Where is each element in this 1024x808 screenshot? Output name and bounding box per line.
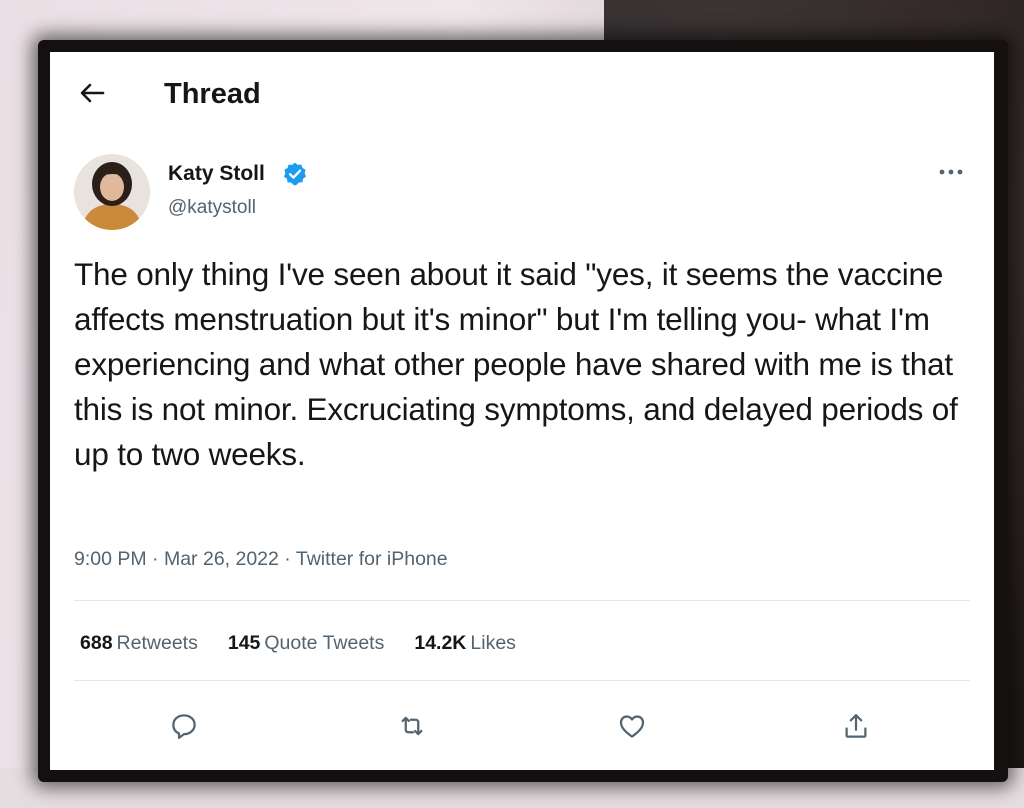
retweets-stat[interactable]: 688Retweets xyxy=(80,632,198,655)
avatar[interactable] xyxy=(74,154,150,230)
verified-badge-icon xyxy=(282,161,308,187)
tweet-date[interactable]: Mar 26, 2022 xyxy=(164,548,279,570)
meta-separator: · xyxy=(284,548,291,570)
page-title: Thread xyxy=(164,78,261,111)
tweet-source[interactable]: Twitter for iPhone xyxy=(296,548,448,570)
tweet-time[interactable]: 9:00 PM xyxy=(74,548,147,570)
retweet-button[interactable] xyxy=(390,704,434,748)
share-button[interactable] xyxy=(834,704,878,748)
divider xyxy=(74,680,970,681)
reply-button[interactable] xyxy=(162,704,206,748)
back-button[interactable] xyxy=(72,76,112,110)
like-button[interactable] xyxy=(610,704,654,748)
tweet-card: Thread Katy Stoll @katystoll The only th… xyxy=(50,52,994,770)
author-handle[interactable]: @katystoll xyxy=(168,197,256,219)
like-icon xyxy=(617,711,647,741)
thread-header: Thread xyxy=(50,52,994,140)
share-icon xyxy=(841,711,871,741)
arrow-left-icon xyxy=(79,82,105,104)
retweet-icon xyxy=(397,711,427,741)
quote-tweets-stat[interactable]: 145Quote Tweets xyxy=(228,632,385,655)
author-name[interactable]: Katy Stoll xyxy=(168,162,265,186)
tweet-stats: 688Retweets 145Quote Tweets 14.2KLikes xyxy=(80,632,546,655)
more-dots-icon xyxy=(938,168,964,176)
action-bar xyxy=(50,704,994,748)
divider xyxy=(74,600,970,601)
more-options-button[interactable] xyxy=(936,164,966,184)
meta-separator: · xyxy=(152,548,159,570)
tweet-text: The only thing I've seen about it said "… xyxy=(74,252,974,477)
likes-stat[interactable]: 14.2KLikes xyxy=(414,632,516,655)
tweet-meta: 9:00 PM · Mar 26, 2022 · Twitter for iPh… xyxy=(74,548,448,571)
reply-icon xyxy=(169,711,199,741)
